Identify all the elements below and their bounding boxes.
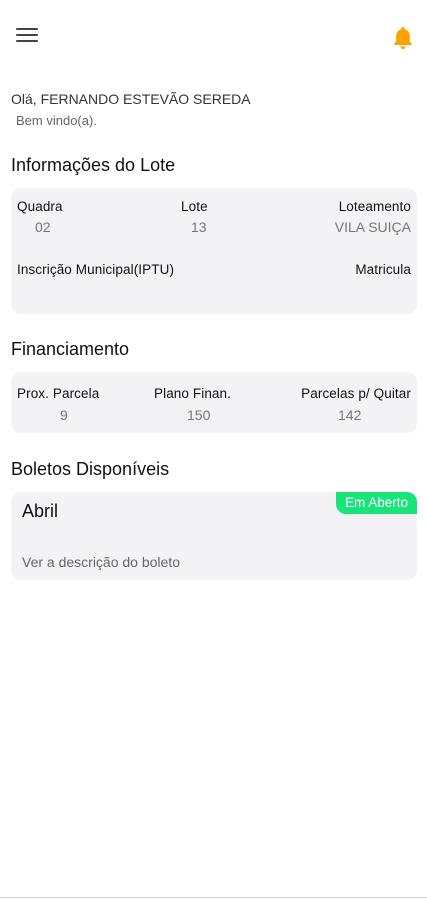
status-badge: Em Aberto — [335, 492, 417, 514]
plano-finan-value: 150 — [187, 407, 211, 423]
boletos-section-title: Boletos Disponíveis — [11, 459, 170, 479]
welcome-text: Bem vindo(a). — [16, 113, 97, 128]
lote-section-title: Informações do Lote — [11, 155, 176, 175]
loteamento-value: VILA SUIÇA — [334, 219, 411, 235]
parcelas-quitar-label: Parcelas p/ Quitar — [301, 386, 411, 401]
boleto-description-link[interactable]: Ver a descrição do boleto — [22, 554, 180, 570]
financiamento-card: Prox. Parcela 9 Plano Finan. 150 Parcela… — [11, 372, 417, 433]
matricula-label: Matricula — [355, 262, 411, 277]
parcelas-quitar-value: 142 — [338, 407, 362, 423]
bell-icon[interactable] — [391, 25, 415, 51]
greeting-text: Olá, FERNANDO ESTEVÃO SEREDA — [11, 91, 251, 107]
boleto-month: Abril — [22, 501, 59, 521]
lote-info-card: Quadra 02 Lote 13 Loteamento VILA SUIÇA … — [11, 188, 417, 314]
boleto-card[interactable]: Em Aberto Abril Ver a descrição do bolet… — [11, 492, 417, 580]
plano-finan-label: Plano Finan. — [154, 386, 231, 401]
inscricao-label: Inscrição Municipal(IPTU) — [17, 262, 175, 277]
lote-label: Lote — [181, 199, 208, 214]
quadra-label: Quadra — [17, 199, 63, 214]
lote-value: 13 — [191, 219, 207, 235]
quadra-value: 02 — [35, 219, 51, 235]
loteamento-label: Loteamento — [338, 199, 411, 214]
top-bar — [0, 0, 427, 76]
hamburger-menu-icon[interactable] — [16, 28, 38, 46]
prox-parcela-label: Prox. Parcela — [17, 386, 100, 401]
financiamento-section-title: Financiamento — [11, 339, 130, 359]
bottom-divider — [0, 897, 427, 898]
prox-parcela-value: 9 — [60, 407, 68, 423]
